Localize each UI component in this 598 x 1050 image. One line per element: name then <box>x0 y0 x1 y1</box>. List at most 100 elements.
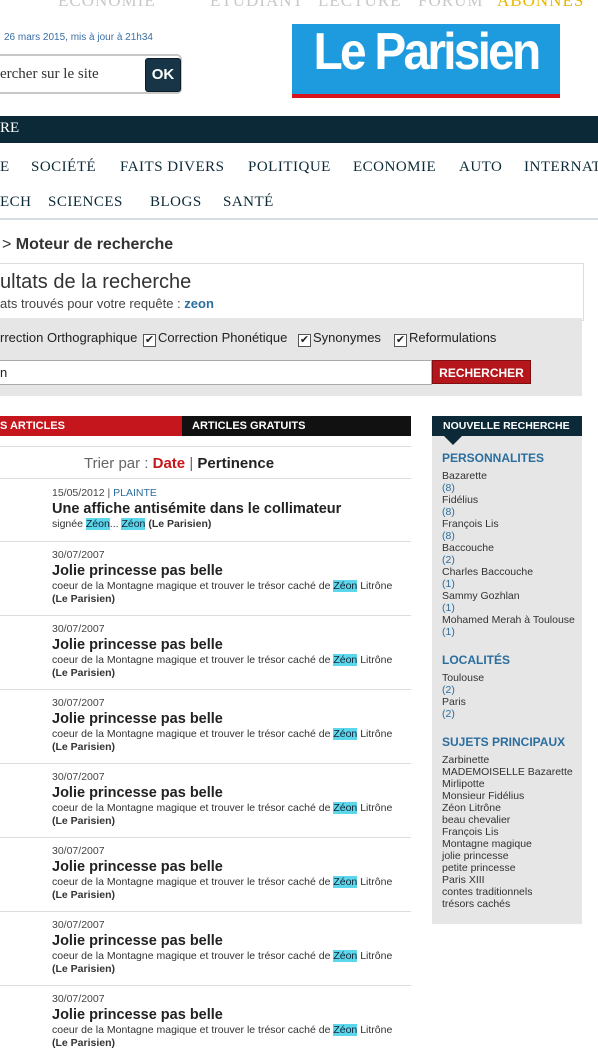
sujet-link[interactable]: jolie princesse <box>442 850 582 862</box>
dark-nav-item[interactable]: RE <box>0 120 19 137</box>
sidebar-entry[interactable]: Fidélius (8) <box>442 494 582 518</box>
entry-name[interactable]: Baccouche <box>442 542 582 554</box>
entry-count[interactable]: (8) <box>442 530 582 542</box>
entry-name[interactable]: Sammy Gozhlan <box>442 590 582 602</box>
tab-label: ARTICLES GRATUITS <box>192 420 306 432</box>
result-title-link[interactable]: Jolie princesse pas belle <box>52 711 410 727</box>
result-title-link[interactable]: Une affiche antisémite dans le collimate… <box>52 501 410 517</box>
sidebar-entry[interactable]: Baccouche (2) <box>442 542 582 566</box>
sidebar-entry[interactable]: Sammy Gozhlan (1) <box>442 590 582 614</box>
sujet-link[interactable]: Monsieur Fidélius <box>442 790 582 802</box>
tab-label: S ARTICLES <box>0 420 65 432</box>
entry-count[interactable]: (1) <box>442 578 582 590</box>
entry-count[interactable]: (2) <box>442 554 582 566</box>
nav-item-economie[interactable]: ECONOMIE <box>353 159 436 176</box>
sidebar-entry[interactable]: François Lis (8) <box>442 518 582 542</box>
result-title-link[interactable]: Jolie princesse pas belle <box>52 933 410 949</box>
sort-pertinence-link[interactable]: Pertinence <box>197 455 274 472</box>
top-nav-item[interactable]: ECONOMIE <box>58 0 156 11</box>
sidebar-entry[interactable]: Charles Baccouche (1) <box>442 566 582 590</box>
nav-item-politique[interactable]: POLITIQUE <box>248 159 331 176</box>
entry-name[interactable]: François Lis <box>442 518 582 530</box>
nav-item-international[interactable]: INTERNAT <box>524 159 598 176</box>
snippet-highlight: Zéon <box>333 654 358 666</box>
section-title: LOCALITÉS <box>442 653 510 667</box>
result-title-link[interactable]: Jolie princesse pas belle <box>52 1007 410 1023</box>
sujet-link[interactable]: contes traditionnels <box>442 886 582 898</box>
entry-count[interactable]: (2) <box>442 708 582 720</box>
result-category-link[interactable]: PLAINTE <box>113 487 157 499</box>
entry-count[interactable]: (1) <box>442 602 582 614</box>
entry-name[interactable]: Paris <box>442 696 582 708</box>
sujet-link[interactable]: Mirlipotte <box>442 778 582 790</box>
snippet-text: coeur de la Montagne magique et trouver … <box>52 1024 334 1036</box>
option-orthographique[interactable]: rrection Orthographique <box>0 330 137 345</box>
sidebar-entry[interactable]: Toulouse (2) <box>442 672 582 696</box>
nav-item-blogs[interactable]: BLOGS <box>150 194 202 211</box>
entry-count[interactable]: (8) <box>442 482 582 494</box>
sujet-link[interactable]: Zéon Litrône <box>442 802 582 814</box>
nav-item-tech[interactable]: ECH <box>0 194 32 211</box>
option-reformulations[interactable]: ✔ Reformulations <box>394 330 496 347</box>
sujet-link[interactable]: Zarbinette <box>442 754 582 766</box>
top-nav-item[interactable]: ETUDIANT <box>210 0 304 11</box>
site-search-input[interactable]: ercher sur le site <box>0 66 99 83</box>
top-nav-item[interactable]: LECTURE <box>318 0 402 11</box>
abonnes-link[interactable]: ABONNES <box>497 0 584 11</box>
checkbox-checked-icon[interactable]: ✔ <box>143 334 156 347</box>
query-input-value[interactable]: n <box>0 365 7 380</box>
result-title-link[interactable]: Jolie princesse pas belle <box>52 785 410 801</box>
entry-name[interactable]: Toulouse <box>442 672 582 684</box>
entry-name[interactable]: Bazarette <box>442 470 582 482</box>
sidebar-entry[interactable]: Mohamed Merah à Toulouse (1) <box>442 614 582 638</box>
new-search-button[interactable]: NOUVELLE RECHERCHE <box>432 416 582 436</box>
sujet-link[interactable]: petite princesse <box>442 862 582 874</box>
tab-articles-gratuits[interactable]: ARTICLES GRATUITS <box>182 416 411 436</box>
result-date: 30/07/2007 <box>52 919 105 931</box>
rechercher-button[interactable]: RECHERCHER <box>432 360 531 384</box>
sujet-link[interactable]: beau chevalier <box>442 814 582 826</box>
sidebar-entry[interactable]: Paris (2) <box>442 696 582 720</box>
result-date: 30/07/2007 <box>52 697 105 709</box>
result-item: 30/07/2007 Jolie princesse pas belle coeur… <box>52 771 410 828</box>
result-divider <box>0 763 411 764</box>
checkbox-checked-icon[interactable]: ✔ <box>394 334 407 347</box>
sujet-link[interactable]: Montagne magique <box>442 838 582 850</box>
option-phonetique[interactable]: ✔ Correction Phonétique <box>143 330 287 347</box>
nav-item-sciences[interactable]: SCIENCES <box>48 194 123 211</box>
entry-name[interactable]: Mohamed Merah à Toulouse <box>442 614 582 626</box>
sujet-link[interactable]: Paris XIII <box>442 874 582 886</box>
result-title-link[interactable]: Jolie princesse pas belle <box>52 637 410 653</box>
entry-count[interactable]: (2) <box>442 684 582 696</box>
result-title-link[interactable]: Jolie princesse pas belle <box>52 563 410 579</box>
search-ok-button[interactable]: OK <box>145 58 181 92</box>
nav-item-auto[interactable]: AUTO <box>459 159 502 176</box>
snippet-text: coeur de la Montagne magique et trouver … <box>52 728 334 740</box>
entry-name[interactable]: Charles Baccouche <box>442 566 582 578</box>
option-label: Synonymes <box>313 330 381 345</box>
nav-item[interactable]: E <box>0 159 10 176</box>
query-input[interactable] <box>0 360 432 385</box>
entry-count[interactable]: (8) <box>442 506 582 518</box>
results-title: ultats de la recherche <box>0 271 192 293</box>
sujet-link[interactable]: trésors cachés <box>442 898 582 910</box>
sidebar-entry[interactable]: Bazarette (8) <box>442 470 582 494</box>
nav-item-faits-divers[interactable]: FAITS DIVERS <box>120 159 224 176</box>
sujet-link[interactable]: François Lis <box>442 826 582 838</box>
top-nav-item[interactable]: FORUM <box>418 0 483 11</box>
sujet-link[interactable]: MADEMOISELLE Bazarette <box>442 766 582 778</box>
nav-item-sante[interactable]: SANTÉ <box>223 194 274 211</box>
option-synonymes[interactable]: ✔ Synonymes <box>298 330 381 347</box>
sort-date-link[interactable]: Date <box>153 455 186 472</box>
entry-count[interactable]: (1) <box>442 626 582 638</box>
entry-name[interactable]: Fidélius <box>442 494 582 506</box>
result-title-link[interactable]: Jolie princesse pas belle <box>52 859 410 875</box>
tab-articles[interactable]: S ARTICLES <box>0 416 182 436</box>
snippet-text: coeur de la Montagne magique et trouver … <box>52 802 334 814</box>
result-snippet: coeur de la Montagne magique et trouver … <box>52 876 410 902</box>
nav-item-societe[interactable]: SOCIÉTÉ <box>31 159 96 176</box>
checkbox-checked-icon[interactable]: ✔ <box>298 334 311 347</box>
snippet-text: coeur de la Montagne magique et trouver … <box>52 950 334 962</box>
result-snippet: coeur de la Montagne magique et trouver … <box>52 728 410 754</box>
results-query: zeon <box>184 296 214 311</box>
